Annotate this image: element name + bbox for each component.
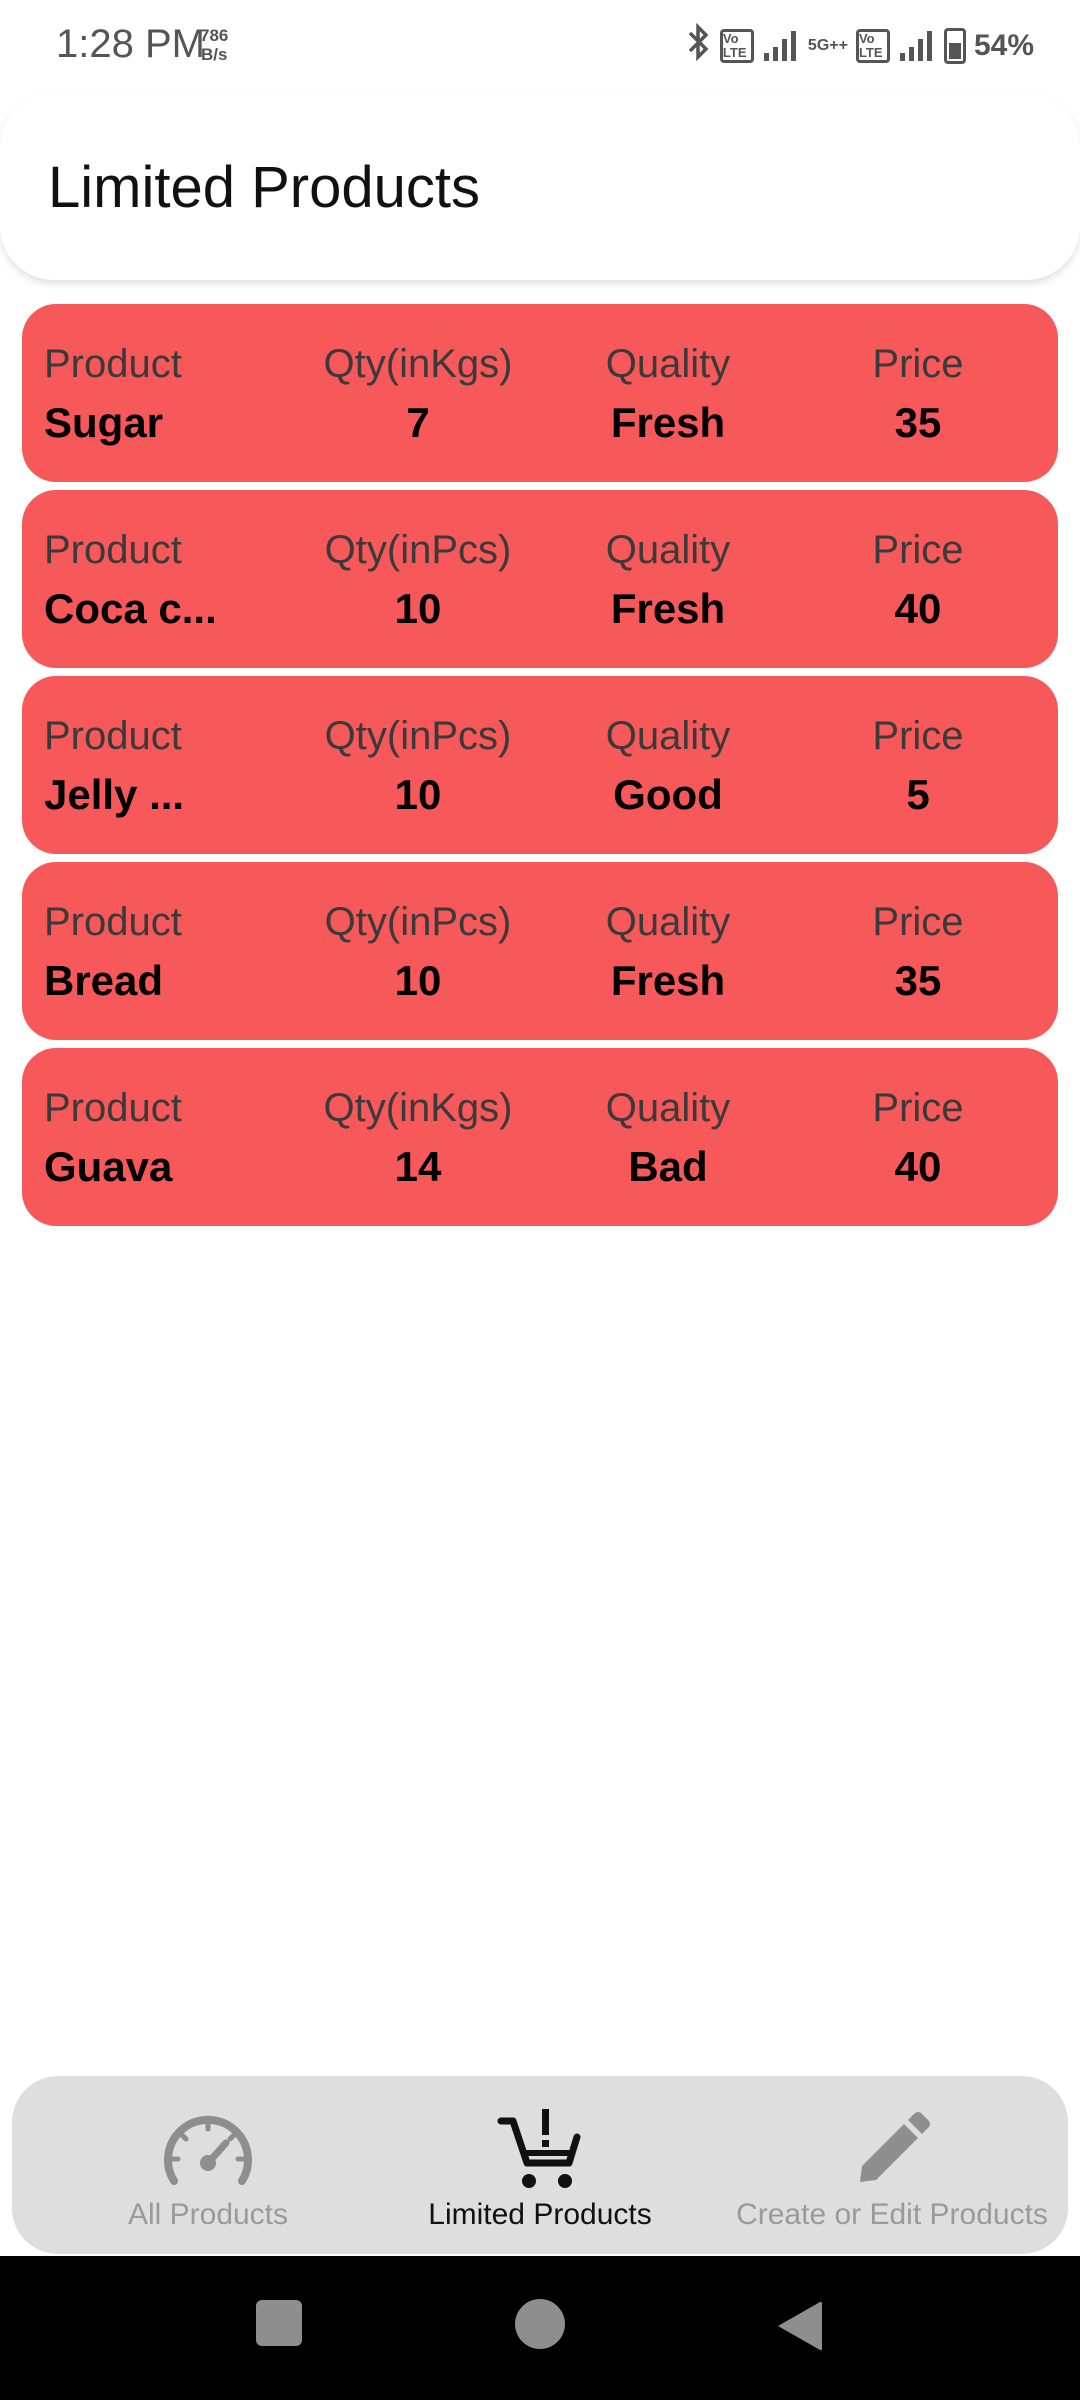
product-label: Product xyxy=(44,342,182,386)
quality-column: Quality Bad xyxy=(568,1086,768,1190)
network-speed: 786 B/s xyxy=(200,26,228,64)
speedometer-icon xyxy=(32,2106,384,2194)
qty-column: Qty(inKgs) 14 xyxy=(318,1086,518,1190)
volte-icon: Vo LTE xyxy=(719,29,754,63)
qty-value: 10 xyxy=(394,585,442,632)
price-label: Price xyxy=(872,528,964,572)
price-column: Price 35 xyxy=(818,342,1018,446)
product-label: Product xyxy=(44,714,182,758)
nav-label: All Products xyxy=(127,2198,289,2231)
circle-icon xyxy=(515,2299,565,2349)
product-column: Product Coca c... xyxy=(44,528,217,632)
nav-create-edit-products[interactable]: Create or Edit Products xyxy=(716,2106,1068,2232)
product-column: Product Sugar xyxy=(44,342,182,446)
battery-icon xyxy=(943,28,966,64)
status-time: 1:28 PM xyxy=(56,22,205,66)
quality-column: Quality Good xyxy=(568,714,768,818)
quality-column: Quality Fresh xyxy=(568,342,768,446)
price-label: Price xyxy=(872,714,964,758)
price-column: Price 35 xyxy=(818,900,1018,1004)
network-type: 5G++ xyxy=(807,37,848,54)
qty-column: Qty(inKgs) 7 xyxy=(318,342,518,446)
app-header: Limited Products xyxy=(0,92,1080,280)
quality-label: Quality xyxy=(605,714,731,758)
price-value: 40 xyxy=(894,585,942,632)
quality-label: Quality xyxy=(605,528,731,572)
nav-label: Create or Edit Products xyxy=(736,2198,1048,2231)
page-title: Limited Products xyxy=(48,155,480,220)
quality-value: Fresh xyxy=(610,957,726,1004)
product-label: Product xyxy=(44,528,182,572)
nav-limited-products[interactable]: Limited Products xyxy=(364,2106,716,2232)
quality-value: Fresh xyxy=(610,585,726,632)
quality-column: Quality Fresh xyxy=(568,900,768,1004)
nav-all-products[interactable]: All Products xyxy=(32,2106,384,2232)
qty-column: Qty(inPcs) 10 xyxy=(318,900,518,1004)
qty-label: Qty(inPcs) xyxy=(324,900,512,944)
product-card-sugar[interactable]: Product Sugar Qty(inKgs) 7 Quality Fresh Pr… xyxy=(22,304,1058,482)
product-name: Coca c... xyxy=(44,585,217,632)
product-name: Guava xyxy=(44,1143,173,1190)
price-label: Price xyxy=(872,342,964,386)
quality-label: Quality xyxy=(605,900,731,944)
price-column: Price 5 xyxy=(818,714,1018,818)
status-bar: 1:28 PM 786 B/s Vo LTE 5G++ Vo LTE 54% xyxy=(0,0,1080,92)
pencil-icon xyxy=(716,2106,1068,2194)
back-triangle-icon xyxy=(778,2301,822,2351)
price-value: 35 xyxy=(894,399,942,446)
qty-column: Qty(inPcs) 10 xyxy=(318,528,518,632)
qty-label: Qty(inKgs) xyxy=(323,1086,513,1130)
product-label: Product xyxy=(44,900,182,944)
cart-alert-icon xyxy=(364,2106,716,2194)
signal-icon-2 xyxy=(899,31,932,61)
volte-icon-2: Vo LTE xyxy=(855,29,890,63)
bluetooth-icon xyxy=(686,22,712,70)
quality-label: Quality xyxy=(605,1086,731,1130)
price-label: Price xyxy=(872,1086,964,1130)
price-value: 35 xyxy=(894,957,942,1004)
signal-icon xyxy=(763,31,796,61)
qty-label: Qty(inPcs) xyxy=(324,528,512,572)
price-column: Price 40 xyxy=(818,1086,1018,1190)
square-icon xyxy=(256,2300,302,2346)
battery-percent: 54% xyxy=(973,29,1034,62)
network-speed-unit: B/s xyxy=(200,45,228,64)
recents-button[interactable] xyxy=(256,2300,302,2351)
system-navigation-bar xyxy=(0,2256,1080,2400)
qty-label: Qty(inPcs) xyxy=(324,714,512,758)
qty-value: 7 xyxy=(406,399,430,446)
product-label: Product xyxy=(44,1086,182,1130)
product-name: Sugar xyxy=(44,399,164,446)
price-value: 40 xyxy=(894,1143,942,1190)
nav-label: Limited Products xyxy=(428,2198,652,2231)
status-icons: Vo LTE 5G++ Vo LTE 54% xyxy=(686,22,1034,70)
qty-value: 10 xyxy=(394,771,442,818)
network-speed-value: 786 xyxy=(200,26,229,45)
price-value: 5 xyxy=(906,771,930,818)
quality-value: Bad xyxy=(628,1143,708,1190)
qty-value: 10 xyxy=(394,957,442,1004)
product-name: Bread xyxy=(44,957,164,1004)
price-label: Price xyxy=(872,900,964,944)
product-name: Jelly ... xyxy=(44,771,185,818)
qty-column: Qty(inPcs) 10 xyxy=(318,714,518,818)
quality-value: Good xyxy=(613,771,723,818)
product-list: Product Sugar Qty(inKgs) 7 Quality Fresh Pr… xyxy=(22,304,1058,1234)
bottom-navigation: All Products Limited Products Create or … xyxy=(12,2076,1068,2254)
product-column: Product Bread xyxy=(44,900,182,1004)
qty-label: Qty(inKgs) xyxy=(323,342,513,386)
quality-column: Quality Fresh xyxy=(568,528,768,632)
product-column: Product Jelly ... xyxy=(44,714,184,818)
price-column: Price 40 xyxy=(818,528,1018,632)
back-button[interactable] xyxy=(774,2300,824,2357)
qty-value: 14 xyxy=(394,1143,442,1190)
quality-value: Fresh xyxy=(610,399,726,446)
home-button[interactable] xyxy=(514,2298,566,2355)
product-card-guava[interactable]: Product Guava Qty(inKgs) 14 Quality Bad Pri… xyxy=(22,1048,1058,1226)
product-card-jelly[interactable]: Product Jelly ... Qty(inPcs) 10 Quality Goo… xyxy=(22,676,1058,854)
product-card-coca-cola[interactable]: Product Coca c... Qty(inPcs) 10 Quality Fre… xyxy=(22,490,1058,668)
product-column: Product Guava xyxy=(44,1086,182,1190)
quality-label: Quality xyxy=(605,342,731,386)
product-card-bread[interactable]: Product Bread Qty(inPcs) 10 Quality Fresh P… xyxy=(22,862,1058,1040)
